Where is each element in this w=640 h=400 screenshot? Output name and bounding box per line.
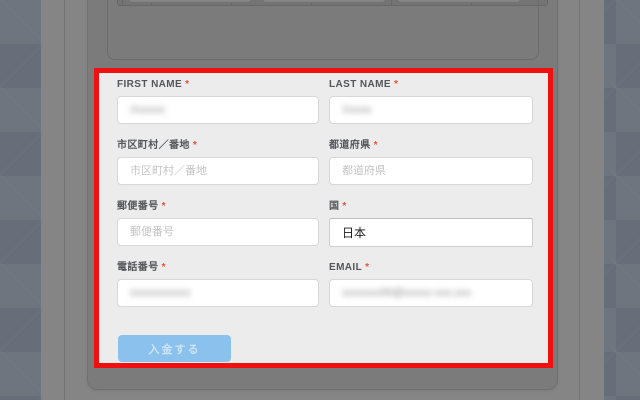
month-input[interactable]	[128, 0, 252, 3]
country-label: 国*	[329, 201, 533, 213]
last-name-label: LAST NAME*	[329, 79, 533, 91]
last-name-field[interactable]: Xxxxx	[329, 96, 533, 124]
country-selected-value: 日本	[342, 224, 366, 241]
prefecture-input[interactable]	[329, 157, 533, 185]
postal-code-label-text: 郵便番号	[117, 201, 159, 212]
required-asterisk: *	[342, 201, 346, 212]
cvv-input[interactable]	[397, 0, 521, 3]
first-name-label: FIRST NAME*	[117, 79, 319, 91]
phone-label-text: 電話番号	[117, 262, 159, 273]
email-redacted-value: xxxxxxx99@xxxxx-xxx.xxx	[342, 287, 471, 299]
postal-code-input[interactable]	[117, 218, 319, 246]
prefecture-label: 都道府県*	[329, 140, 533, 152]
deposit-submit-button[interactable]: 入金する	[118, 335, 231, 362]
last-name-redacted-value: Xxxxx	[342, 104, 371, 116]
first-name-label-text: FIRST NAME	[117, 79, 182, 90]
required-asterisk: *	[162, 262, 166, 273]
phone-field[interactable]: xxxxxxxxxxx	[117, 279, 319, 307]
city-street-label-text: 市区町村／番地	[117, 140, 190, 151]
country-label-text: 国	[329, 201, 339, 212]
country-select[interactable]: 日本	[329, 218, 533, 247]
email-label: EMAIL*	[329, 262, 533, 274]
last-name-label-text: LAST NAME	[329, 79, 391, 90]
phone-redacted-value: xxxxxxxxxxx	[130, 287, 191, 299]
required-asterisk: *	[365, 262, 369, 273]
card-expiry-fieldset	[107, 0, 539, 60]
postal-code-label: 郵便番号*	[117, 201, 319, 213]
first-name-field[interactable]: Xxxxxx	[117, 96, 319, 124]
required-asterisk: *	[394, 79, 398, 90]
required-asterisk: *	[193, 140, 197, 151]
prefecture-label-text: 都道府県	[329, 140, 371, 151]
required-asterisk: *	[162, 201, 166, 212]
first-name-redacted-value: Xxxxxx	[130, 104, 165, 116]
email-field[interactable]: xxxxxxx99@xxxxx-xxx.xxx	[329, 279, 533, 307]
city-street-label: 市区町村／番地*	[117, 140, 319, 152]
screenshot-stage: FIRST NAME* Xxxxxx LAST NAME* Xxxxx 市区町村…	[0, 0, 640, 400]
required-asterisk: *	[374, 140, 378, 151]
year-input[interactable]	[262, 0, 386, 3]
required-asterisk: *	[185, 79, 189, 90]
email-label-text: EMAIL	[329, 262, 362, 273]
city-street-input[interactable]	[117, 157, 319, 185]
phone-label: 電話番号*	[117, 262, 319, 274]
